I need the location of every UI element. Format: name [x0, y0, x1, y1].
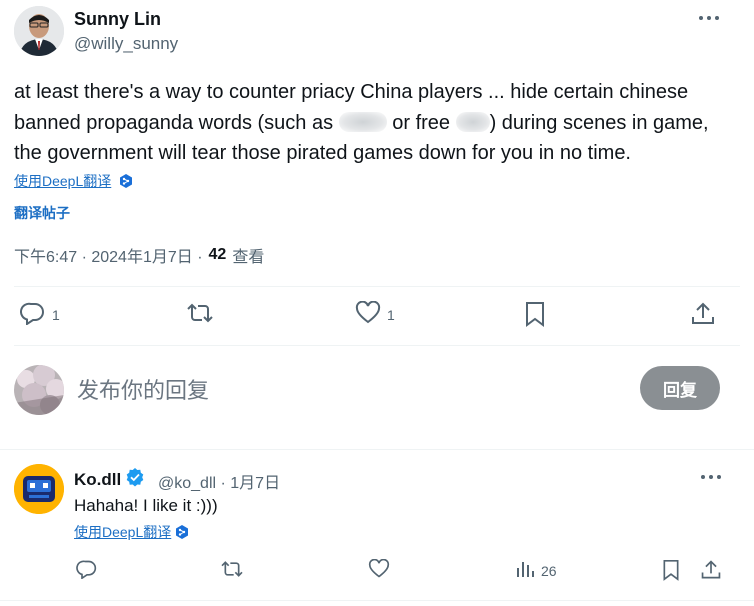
tweet-timestamp[interactable]: 下午6:47 · 2024年1月7日 · — [14, 243, 203, 267]
like-count: 1 — [387, 306, 395, 323]
divider — [14, 286, 740, 287]
retweet-button[interactable] — [186, 301, 214, 328]
bookmark-button[interactable] — [523, 301, 547, 330]
reply-reply-button[interactable] — [76, 559, 98, 582]
reply-author-avatar[interactable] — [14, 464, 64, 514]
heart-icon — [355, 300, 381, 328]
tweet-line-2: banned propaganda words (such as or free… — [14, 108, 744, 139]
deepl-translate-label[interactable]: 使用DeepL翻译 — [14, 171, 111, 191]
reply-icon — [20, 301, 46, 328]
author-avatar[interactable] — [14, 6, 64, 56]
views-label: 查看 — [232, 249, 265, 266]
reply-button[interactable]: 1 — [20, 301, 60, 328]
reply-views-count: 26 — [541, 562, 557, 579]
verified-badge-icon — [125, 467, 145, 492]
tweet-meta: 下午6:47 · 2024年1月7日 · 42 查看 — [14, 243, 264, 267]
reply-text: Hahaha! I like it :))) — [74, 496, 218, 515]
reply-retweet-button[interactable] — [220, 559, 244, 582]
reply-deepl-translate-link[interactable]: 使用DeepL翻译 — [74, 522, 190, 542]
tweet-line-2-c: ) during scenes in game, — [489, 111, 709, 134]
reply-handle-date[interactable]: @ko_dll · 1月7日 — [158, 469, 280, 493]
share-icon — [700, 559, 722, 584]
tweet-line-3: the government will tear those pirated g… — [14, 142, 631, 164]
reply-display-name[interactable]: Ko.dll — [74, 470, 121, 490]
reply-author-name[interactable]: Ko.dll — [74, 467, 145, 492]
views-count: 42 — [208, 246, 227, 263]
author-display-name[interactable]: Sunny Lin — [74, 9, 161, 30]
reply-share-button[interactable] — [700, 559, 722, 584]
share-icon — [690, 301, 716, 330]
tweet-text: at least there's a way to counter priacy… — [14, 77, 744, 169]
tweet-line-2-a: banned propaganda words (such as — [14, 111, 339, 134]
reply-deepl-translate-label[interactable]: 使用DeepL翻译 — [74, 522, 171, 542]
user-avatar[interactable] — [14, 365, 64, 415]
deepl-icon — [118, 173, 134, 189]
retweet-icon — [220, 559, 244, 582]
analytics-icon — [515, 559, 535, 582]
reply-views-button[interactable]: 26 — [515, 559, 557, 582]
deepl-translate-link[interactable]: 使用DeepL翻译 — [14, 171, 134, 191]
share-button[interactable] — [690, 301, 716, 330]
deepl-icon — [174, 524, 190, 540]
reply-bookmark-button[interactable] — [661, 559, 681, 584]
divider — [0, 449, 754, 450]
blurred-word — [338, 111, 387, 132]
like-button[interactable]: 1 — [355, 300, 395, 328]
blurred-word — [455, 111, 490, 132]
reply-icon — [76, 559, 98, 582]
reply-submit-button[interactable]: 回复 — [640, 366, 720, 410]
tweet-line-1: at least there's a way to counter priacy… — [14, 81, 689, 103]
retweet-icon — [186, 301, 214, 328]
heart-icon — [368, 558, 390, 582]
reply-count: 1 — [52, 306, 60, 323]
divider — [14, 345, 740, 346]
translate-post-link[interactable]: 翻译帖子 — [14, 203, 70, 223]
divider — [0, 600, 754, 601]
more-options-icon[interactable] — [694, 6, 724, 30]
author-handle[interactable]: @willy_sunny — [74, 34, 178, 54]
tweet-line-2-b: or free — [386, 111, 456, 134]
bookmark-icon — [661, 559, 681, 584]
bookmark-icon — [523, 301, 547, 330]
reply-like-button[interactable] — [368, 558, 390, 582]
reply-more-options-icon[interactable] — [696, 465, 726, 489]
reply-input[interactable]: 发布你的回复 — [77, 373, 209, 405]
